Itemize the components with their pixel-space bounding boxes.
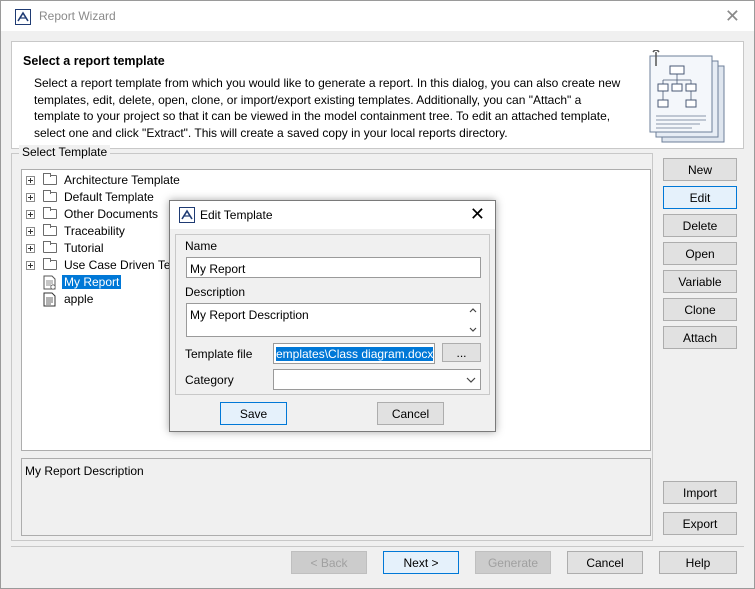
help-button[interactable]: Help [659,551,737,574]
edit-template-dialog: Edit Template ✕ Name My Report Descripti… [169,200,496,432]
import-button[interactable]: Import [663,481,737,504]
edit-button[interactable]: Edit [663,186,737,209]
clone-button[interactable]: Clone [663,298,737,321]
document-icon [43,292,56,307]
description-text: My Report Description [190,308,309,322]
expand-icon[interactable] [26,176,35,185]
new-button[interactable]: New [663,158,737,181]
category-select[interactable] [273,369,481,390]
tree-item-label: Use Case Driven Tem [64,258,181,272]
category-label: Category [185,373,234,387]
folder-icon [43,224,57,236]
browse-button[interactable]: ... [442,343,481,362]
folder-icon [43,190,57,202]
close-icon[interactable]: ✕ [470,205,485,223]
header-description: Select a report template from which you … [34,76,621,140]
window-title: Report Wizard [39,9,116,23]
attach-button[interactable]: Attach [663,326,737,349]
chevron-down-icon [466,377,476,383]
expand-icon[interactable] [26,244,35,253]
folder-icon [43,241,57,253]
scroll-arrows-icon[interactable] [468,306,478,334]
save-button[interactable]: Save [220,402,287,425]
description-label: Description [185,285,246,299]
folder-icon [43,207,57,219]
expand-icon[interactable] [26,227,35,236]
tree-item-label: Tutorial [64,241,104,255]
export-button[interactable]: Export [663,512,737,535]
generate-button[interactable]: Generate [475,551,551,574]
title-bar: Report Wizard ✕ [1,1,754,31]
name-label: Name [185,239,218,253]
delete-button[interactable]: Delete [663,214,737,237]
tree-item-label: My Report [62,275,122,289]
tree-item-label: Default Template [64,190,154,204]
open-button[interactable]: Open [663,242,737,265]
bottom-separator [11,546,744,547]
tree-item-label: Other Documents [64,207,159,221]
close-icon[interactable]: ✕ [725,7,740,25]
expand-icon[interactable] [26,193,35,202]
report-template-icon [43,275,56,290]
next-button[interactable]: Next > [383,551,459,574]
tree-item-label: apple [64,292,94,306]
app-logo-icon [15,9,31,25]
select-template-legend: Select Template [19,145,111,159]
back-button[interactable]: < Back [291,551,367,574]
dialog-title-bar: Edit Template ✕ [170,201,495,229]
header-title: Select a report template [23,54,165,68]
dialog-cancel-button[interactable]: Cancel [377,402,444,425]
template-file-label: Template file [185,347,253,361]
cancel-button[interactable]: Cancel [567,551,643,574]
app-logo-icon [179,207,195,223]
tree-item-label: Traceability [64,224,125,238]
template-description-box: My Report Description [21,458,651,536]
report-wizard-window: Report Wizard ✕ Select a report template… [0,0,755,589]
edit-template-panel: Name My Report Description My Report Des… [175,234,490,395]
folder-icon [43,173,57,185]
variable-button[interactable]: Variable [663,270,737,293]
wizard-header: Select a report template Select a report… [11,41,744,149]
template-file-field[interactable]: emplates\Class diagram.docx [273,343,435,364]
expand-icon[interactable] [26,261,35,270]
name-field[interactable]: My Report [186,257,481,278]
expand-icon[interactable] [26,210,35,219]
folder-icon [43,258,57,270]
template-file-text: emplates\Class diagram.docx [276,347,434,361]
dialog-title: Edit Template [200,208,273,222]
tree-item-label: Architecture Template [64,173,180,187]
report-document-icon [649,50,725,143]
template-description-text: My Report Description [25,464,144,478]
description-field[interactable]: My Report Description [186,303,481,337]
